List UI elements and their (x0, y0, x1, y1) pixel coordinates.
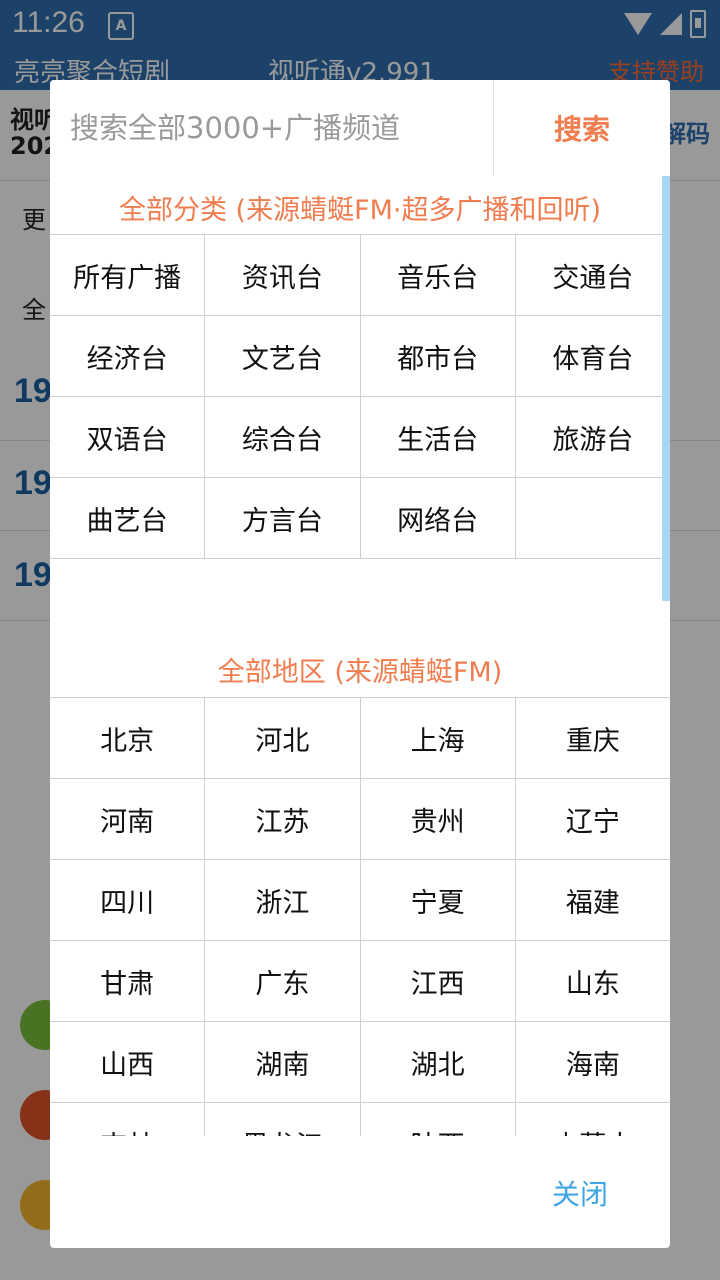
category-row: 所有广播 资讯台 音乐台 交通台 (50, 235, 670, 316)
region-row: 山西 湖南 湖北 海南 (50, 1022, 670, 1103)
search-bar: 搜索 (50, 80, 670, 176)
region-row: 吉林黑龙江陕西内蒙古 (50, 1103, 670, 1136)
region-item[interactable]: 浙江 (205, 860, 361, 940)
category-item[interactable]: 体育台 (516, 316, 670, 396)
region-item[interactable]: 北京 (50, 698, 206, 778)
category-item[interactable]: 网络台 (361, 478, 516, 558)
region-row: 北京 河北 上海 重庆 (50, 698, 670, 779)
region-item[interactable]: 湖南 (205, 1022, 361, 1102)
category-row: 经济台 文艺台 都市台 体育台 (50, 316, 670, 397)
region-item[interactable]: 河南 (50, 779, 206, 859)
category-row: 曲艺台 方言台 网络台 (50, 478, 670, 559)
region-item[interactable]: 黑龙江 (205, 1103, 361, 1136)
category-item[interactable]: 文艺台 (205, 316, 361, 396)
category-item[interactable]: 交通台 (516, 235, 670, 315)
category-grid: 所有广播 资讯台 音乐台 交通台 经济台 文艺台 都市台 体育台 双语台 综合台 生活台 旅游台 曲艺台… (50, 234, 670, 559)
region-item[interactable]: 山西 (50, 1022, 206, 1102)
region-item[interactable]: 贵州 (361, 779, 516, 859)
category-item[interactable]: 经济台 (50, 316, 206, 396)
region-item[interactable]: 辽宁 (516, 779, 670, 859)
category-section-header: 全部分类 (来源蜻蜓FM·超多广播和回听) (118, 195, 602, 226)
region-row: 甘肃 广东 江西 山东 (50, 941, 670, 1022)
region-item[interactable]: 福建 (516, 860, 670, 940)
category-item[interactable]: 生活台 (361, 397, 516, 477)
region-item[interactable]: 广东 (205, 941, 361, 1021)
dialog-scroll-area[interactable]: 全部分类 (来源蜻蜓FM·超多广播和回听) 所有广播 资讯台 音乐台 交通台 经济台 文艺… (50, 176, 670, 1136)
search-button[interactable]: 搜索 (494, 80, 670, 176)
category-item[interactable]: 旅游台 (516, 397, 670, 477)
region-item[interactable]: 江苏 (205, 779, 361, 859)
region-item[interactable]: 甘肃 (50, 941, 206, 1021)
region-row: 四川 浙江 宁夏 福建 (50, 860, 670, 941)
radio-category-dialog: 搜索 全部分类 (来源蜻蜓FM·超多广播和回听) 所有广播资讯台音乐台交通台经济… (50, 80, 670, 1248)
region-section-header: 全部地区 (来源蜻蜓FM) (217, 657, 503, 688)
region-item[interactable]: 江西 (361, 941, 516, 1021)
region-item[interactable]: 海南 (516, 1022, 670, 1102)
region-item[interactable]: 内蒙古 (516, 1103, 670, 1137)
category-item[interactable]: 方言台 (205, 478, 361, 558)
region-item[interactable]: 陕西 (361, 1103, 516, 1136)
category-row: 双语台 综合台 生活台 旅游台 (50, 397, 670, 478)
empty-cell (516, 478, 670, 558)
region-item[interactable]: 山东 (516, 941, 670, 1021)
region-item[interactable]: 上海 (361, 698, 516, 778)
category-item[interactable]: 音乐台 (361, 235, 516, 315)
region-item[interactable]: 湖北 (361, 1022, 516, 1102)
region-item[interactable]: 宁夏 (361, 860, 516, 940)
category-item[interactable]: 双语台 (50, 397, 206, 477)
region-item[interactable]: 四川 (50, 860, 206, 940)
category-item[interactable]: 资讯台 (205, 235, 361, 315)
category-item[interactable]: 所有广播 (50, 235, 206, 315)
category-item[interactable]: 曲艺台 (50, 478, 206, 558)
region-item[interactable]: 重庆 (516, 698, 670, 778)
search-input[interactable] (50, 80, 492, 176)
category-item[interactable]: 都市台 (361, 316, 516, 396)
close-button[interactable]: 关闭 (530, 1170, 630, 1216)
region-grid: 北京 河北 上海 重庆 河南 江苏 贵州 辽宁 四川 浙江 宁夏 福建 甘肃 广东 江西 山东 山西 湖南 湖北 海南… (50, 697, 670, 1136)
region-row: 河南 江苏 贵州 辽宁 (50, 779, 670, 860)
region-item[interactable]: 河北 (205, 698, 361, 778)
region-item[interactable]: 吉林 (50, 1103, 206, 1136)
scrollbar-thumb[interactable] (662, 176, 670, 601)
category-item[interactable]: 综合台 (205, 397, 361, 477)
